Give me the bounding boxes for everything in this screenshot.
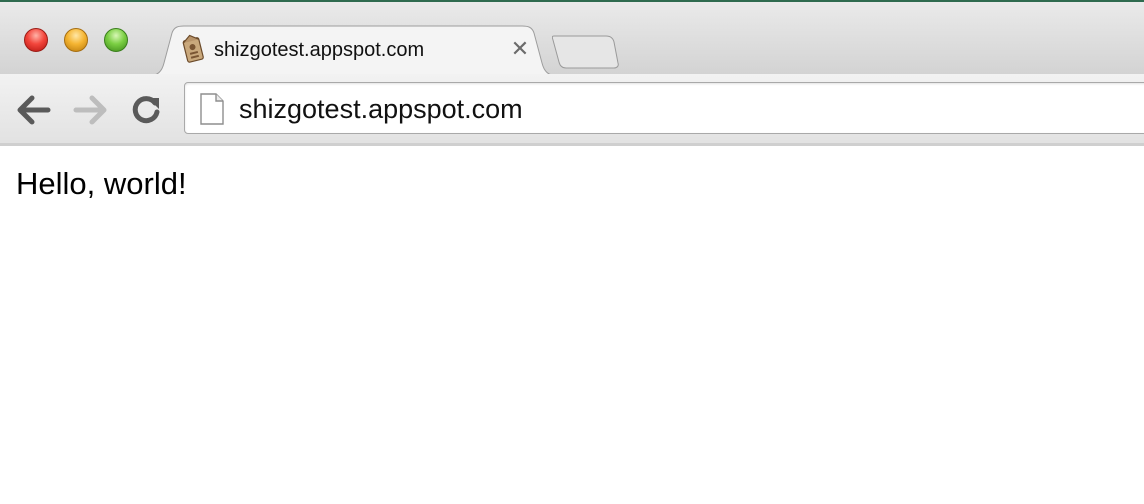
window-minimize-button[interactable] [64,28,88,52]
reload-button[interactable] [128,92,164,128]
url-text[interactable]: shizgotest.appspot.com [239,94,523,125]
forward-arrow-icon [73,95,107,125]
browser-window: shizgotest.appspot.com ✕ shizgotest.apps… [0,0,1144,504]
back-arrow-icon [17,95,51,125]
close-icon[interactable]: ✕ [508,37,532,61]
tab-shizgotest[interactable]: shizgotest.appspot.com ✕ [148,25,558,76]
reload-icon [132,96,160,124]
window-zoom-button[interactable] [104,28,128,52]
page-body-text: Hello, world! [16,166,187,201]
back-button[interactable] [16,92,52,128]
tab-strip: shizgotest.appspot.com ✕ [0,2,1144,76]
app-engine-favicon-icon [178,33,208,65]
forward-button[interactable] [72,92,108,128]
window-close-button[interactable] [24,28,48,52]
page-content: Hello, world! [0,146,1144,504]
address-bar[interactable]: shizgotest.appspot.com [184,82,1144,134]
tab-title: shizgotest.appspot.com [214,39,425,61]
new-tab-button[interactable] [551,35,620,69]
toolbar: shizgotest.appspot.com [0,74,1144,144]
page-document-icon [199,93,225,125]
